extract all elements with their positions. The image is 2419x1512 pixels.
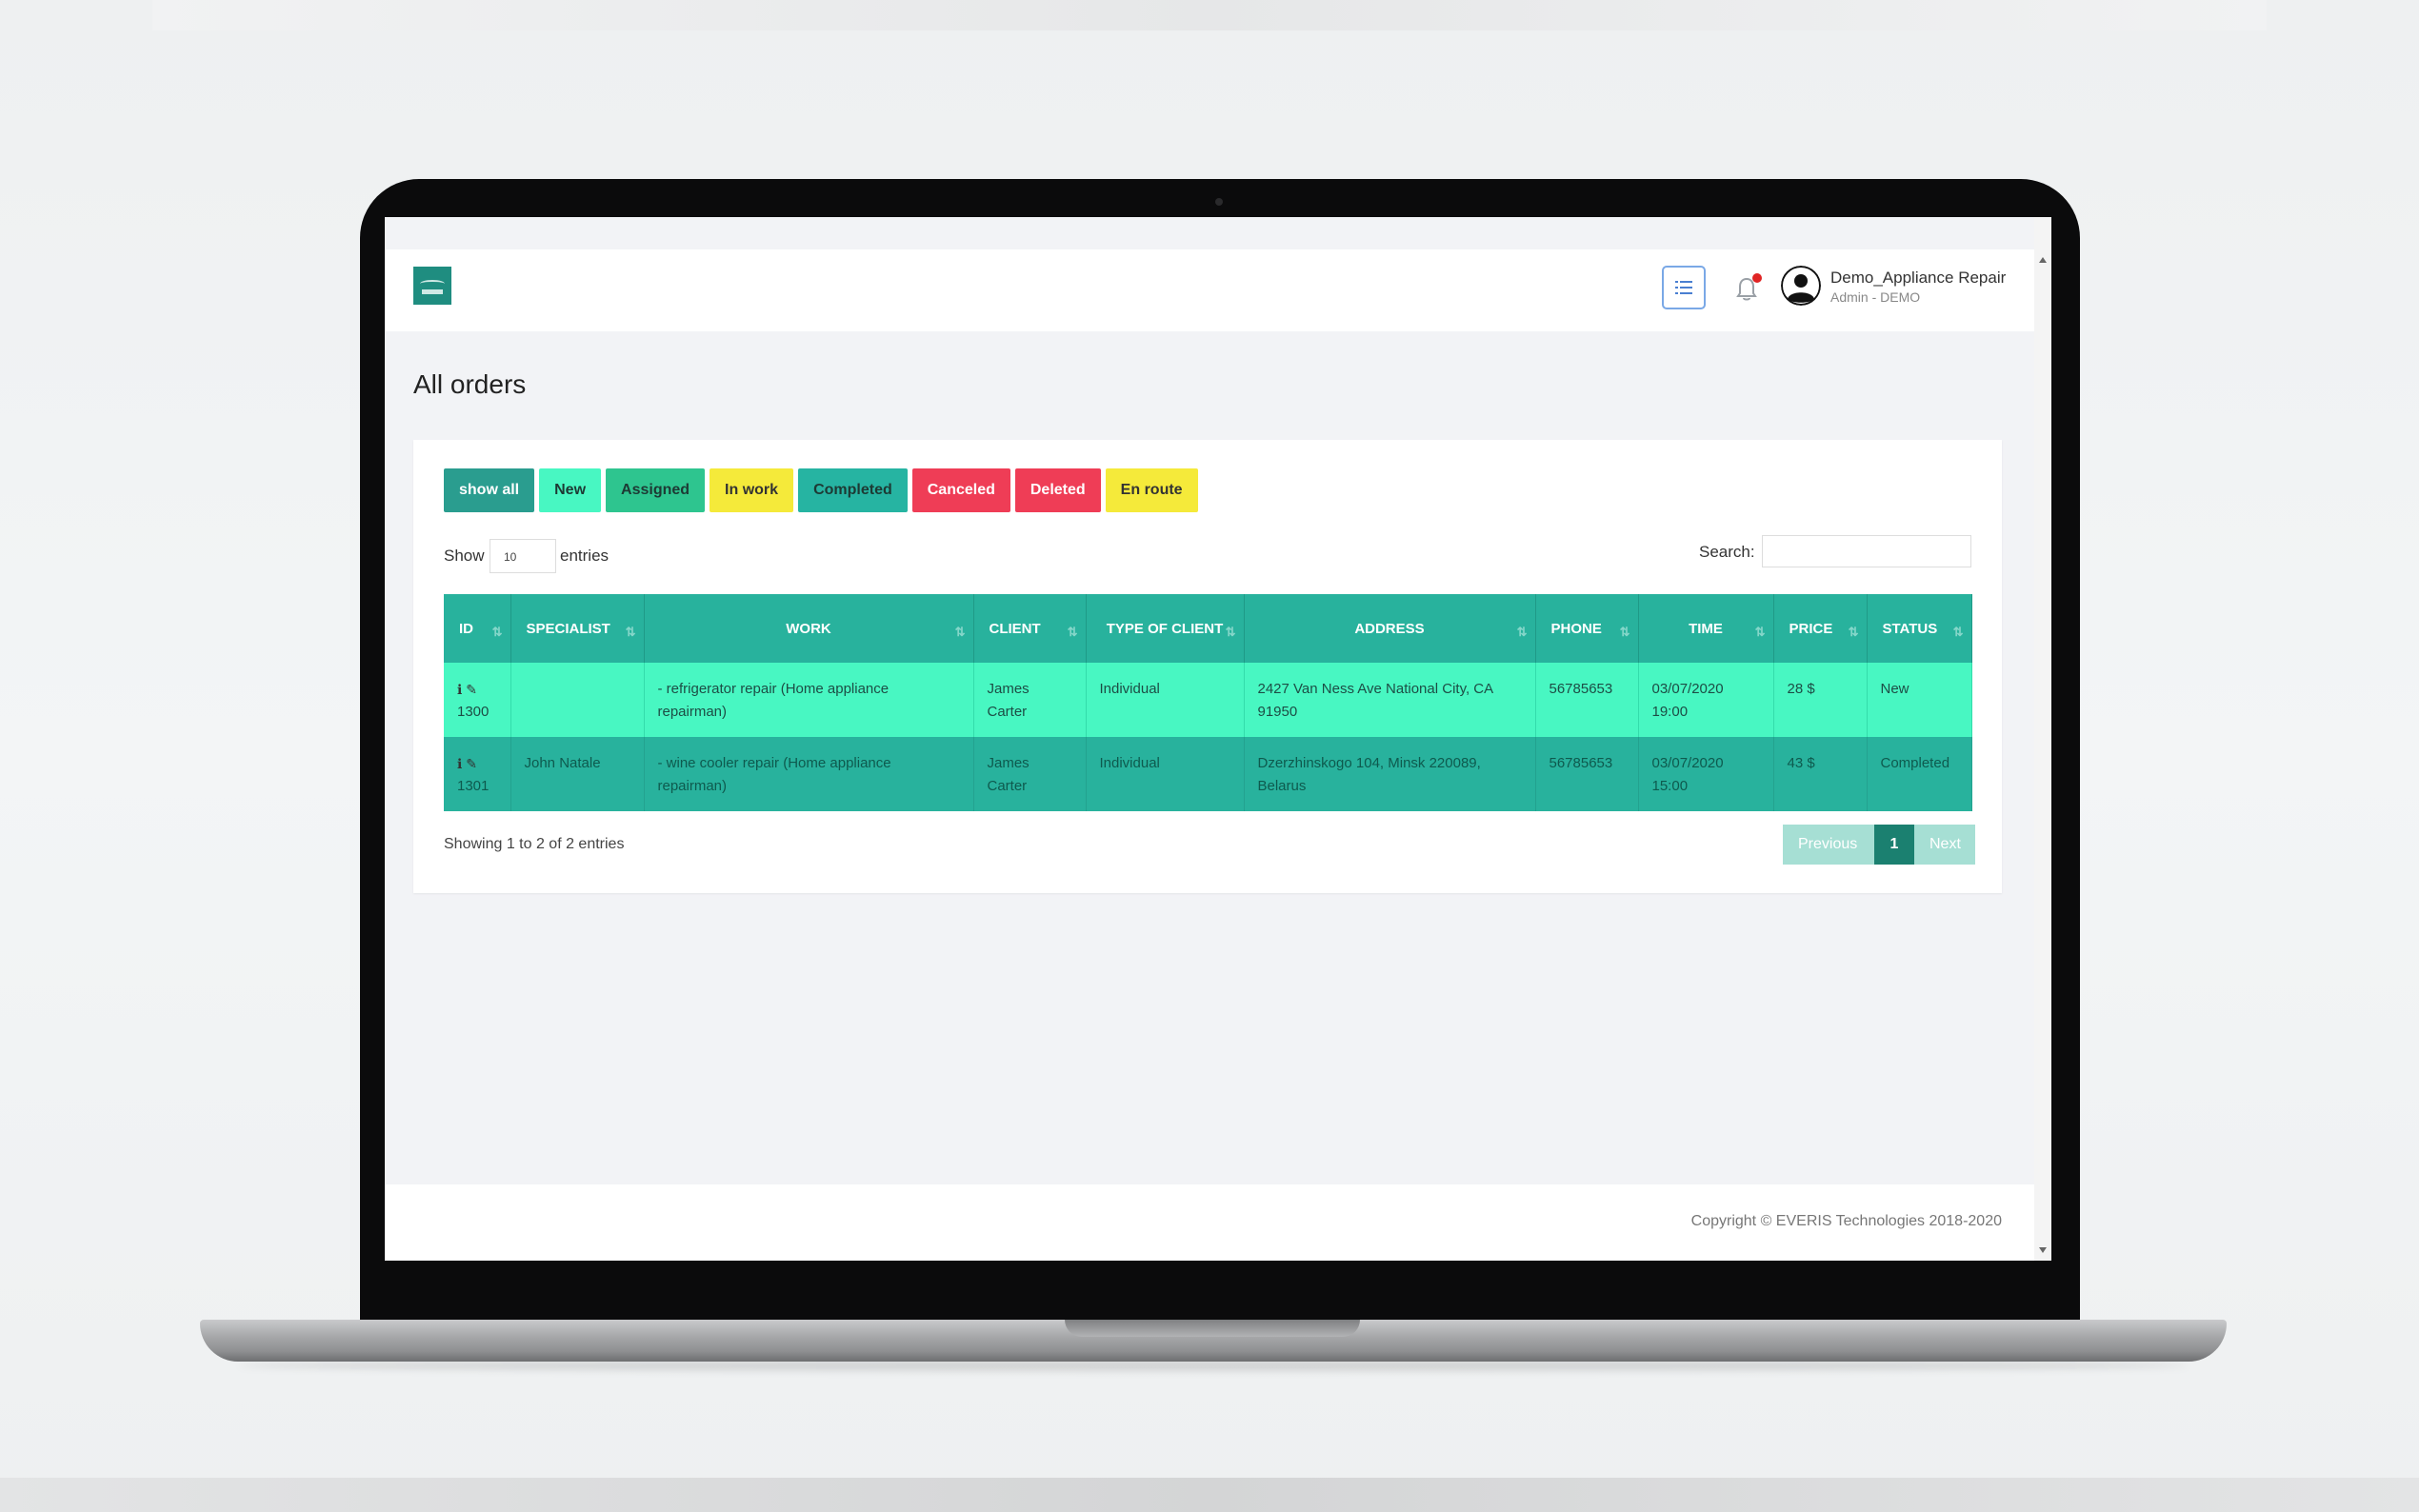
app-screen: Demo_Appliance Repair Admin - DEMO All o… xyxy=(385,217,2051,1261)
column-header-phone[interactable]: PHONE ⇅ xyxy=(1535,594,1639,663)
notification-badge xyxy=(1752,273,1762,283)
scroll-down-arrow-icon[interactable] xyxy=(2039,1247,2047,1253)
pagination: Previous 1 Next xyxy=(1783,825,1975,865)
cell-price: 28 $ xyxy=(1773,663,1868,737)
cell-address: 2427 Van Ness Ave National City, CA 9195… xyxy=(1244,663,1536,737)
cell-status: Completed xyxy=(1867,737,1972,811)
webcam xyxy=(1215,198,1223,206)
list-icon xyxy=(1675,281,1692,294)
background-band-top xyxy=(152,0,2267,30)
info-icon[interactable]: ℹ xyxy=(457,756,462,771)
cell-phone: 56785653 xyxy=(1535,663,1639,737)
previous-page-button[interactable]: Previous xyxy=(1783,825,1874,865)
show-label: Show xyxy=(444,547,485,565)
sort-icon: ⇅ xyxy=(1225,625,1236,639)
cell-specialist xyxy=(510,663,645,737)
column-header-client[interactable]: CLIENT ⇅ xyxy=(973,594,1087,663)
column-header-price[interactable]: PRICE ⇅ xyxy=(1773,594,1868,663)
edit-icon[interactable]: ✎ xyxy=(466,756,477,771)
cell-work: - refrigerator repair (Home appliance re… xyxy=(644,663,974,737)
sort-icon: ⇅ xyxy=(1516,625,1528,639)
orders-card: show all New Assigned In work Completed … xyxy=(413,440,2002,893)
column-header-work[interactable]: WORK ⇅ xyxy=(644,594,974,663)
scroll-up-arrow-icon[interactable] xyxy=(2039,257,2047,263)
cell-client-type: Individual xyxy=(1086,737,1245,811)
sort-icon: ⇅ xyxy=(625,625,636,639)
page-title: All orders xyxy=(413,369,527,399)
sort-icon: ⇅ xyxy=(1754,625,1766,639)
filter-en-route-button[interactable]: En route xyxy=(1105,468,1198,512)
orders-table: ID ⇅ SPECIALIST ⇅ WORK ⇅ CLIENT ⇅ TYPE OF CL… xyxy=(444,594,1972,811)
filter-new-button[interactable]: New xyxy=(539,468,602,512)
cell-time: 03/07/2020 15:00 xyxy=(1638,737,1774,811)
cell-phone: 56785653 xyxy=(1535,737,1639,811)
cell-client: James Carter xyxy=(973,663,1087,737)
cell-status: New xyxy=(1867,663,1972,737)
entries-per-page-select[interactable]: 10 xyxy=(490,539,556,573)
filter-assigned-button[interactable]: Assigned xyxy=(606,468,706,512)
status-filter-bar: show all New Assigned In work Completed … xyxy=(444,468,1198,512)
filter-canceled-button[interactable]: Canceled xyxy=(911,468,1010,512)
page-scrollbar[interactable] xyxy=(2034,217,2051,1261)
sort-icon: ⇅ xyxy=(1848,625,1859,639)
table-info: Showing 1 to 2 of 2 entries xyxy=(444,836,625,852)
background-band-bottom xyxy=(0,1478,2419,1512)
user-name[interactable]: Demo_Appliance Repair xyxy=(1830,269,2006,288)
column-header-address[interactable]: ADDRESS ⇅ xyxy=(1244,594,1536,663)
user-role: Admin - DEMO xyxy=(1830,289,1921,305)
cell-specialist: John Natale xyxy=(510,737,645,811)
cell-time: 03/07/2020 19:00 xyxy=(1638,663,1774,737)
filter-completed-button[interactable]: Completed xyxy=(798,468,908,512)
page-1-button[interactable]: 1 xyxy=(1874,825,1914,865)
sort-icon: ⇅ xyxy=(1619,625,1630,639)
cell-price: 43 $ xyxy=(1773,737,1868,811)
filter-in-work-button[interactable]: In work xyxy=(710,468,794,512)
search-input[interactable] xyxy=(1762,535,1971,567)
entries-label: entries xyxy=(560,547,610,565)
sort-icon: ⇅ xyxy=(1952,625,1964,639)
cell-address: Dzerzhinskogo 104, Minsk 220089, Belarus xyxy=(1244,737,1536,811)
top-navbar: Demo_Appliance Repair Admin - DEMO xyxy=(385,249,2034,331)
column-header-id[interactable]: ID ⇅ xyxy=(444,594,511,663)
copyright-text: Copyright © EVERIS Technologies 2018-202… xyxy=(1690,1213,2002,1229)
cell-work: - wine cooler repair (Home appliance rep… xyxy=(644,737,974,811)
table-row[interactable]: ℹ ✎ 1301 John Natale - wine cooler repair… xyxy=(444,737,1972,811)
cell-id: ℹ ✎ 1301 xyxy=(444,737,511,811)
column-header-status[interactable]: STATUS ⇅ xyxy=(1867,594,1972,663)
column-header-specialist[interactable]: SPECIALIST ⇅ xyxy=(510,594,645,663)
cell-id: ℹ ✎ 1300 xyxy=(444,663,511,737)
filter-deleted-button[interactable]: Deleted xyxy=(1014,468,1101,512)
cell-client: James Carter xyxy=(973,737,1087,811)
laptop-notch xyxy=(1065,1320,1360,1337)
column-header-time[interactable]: TIME ⇅ xyxy=(1638,594,1774,663)
next-page-button[interactable]: Next xyxy=(1914,825,1975,865)
search-label: Search: xyxy=(1699,543,1755,561)
user-avatar[interactable] xyxy=(1781,266,1821,306)
table-header-row: ID ⇅ SPECIALIST ⇅ WORK ⇅ CLIENT ⇅ TYPE OF CL… xyxy=(444,594,1972,663)
company-logo[interactable] xyxy=(413,267,451,305)
footer: Copyright © EVERIS Technologies 2018-202… xyxy=(385,1184,2034,1261)
info-icon[interactable]: ℹ xyxy=(457,682,462,697)
sort-icon: ⇅ xyxy=(954,625,966,639)
sort-icon: ⇅ xyxy=(1067,625,1078,639)
cell-client-type: Individual xyxy=(1086,663,1245,737)
edit-icon[interactable]: ✎ xyxy=(466,682,477,697)
table-row[interactable]: ℹ ✎ 1300 - refrigerator repair (Home appl… xyxy=(444,663,1972,737)
menu-toggle-button[interactable] xyxy=(1662,266,1706,309)
sort-asc-icon: ⇅ xyxy=(491,625,503,639)
filter-show-all-button[interactable]: show all xyxy=(444,468,535,512)
column-header-type-of-client[interactable]: TYPE OF CLIENT ⇅ xyxy=(1086,594,1245,663)
